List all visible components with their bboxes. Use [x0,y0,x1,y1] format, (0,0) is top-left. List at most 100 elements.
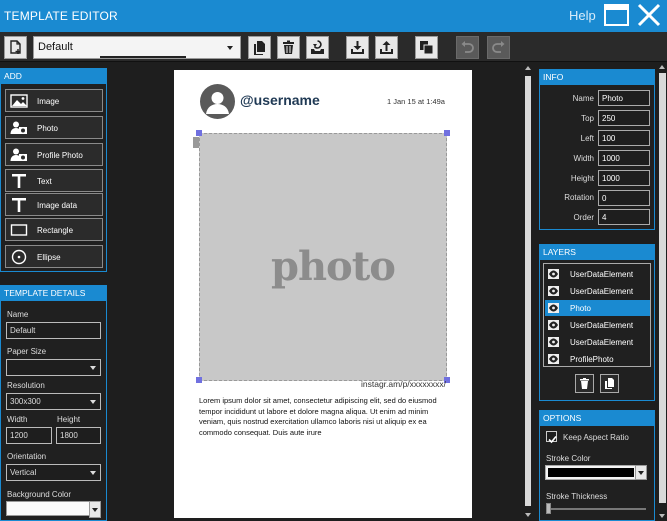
resize-handle-top-right[interactable] [444,130,450,136]
new-template-icon [10,40,21,54]
scroll-up-icon[interactable] [659,65,665,69]
resolution-select[interactable]: 300x300 [6,393,101,410]
eye-icon[interactable] [548,354,559,364]
resolution-value: 300x300 [10,397,41,406]
paper-size-label: Paper Size [7,347,47,356]
layer-item[interactable]: Photo [545,300,650,316]
info-panel-header: INFO [539,69,655,85]
date-text[interactable]: 1 Jan 15 at 1:49a [387,97,445,106]
caption-text[interactable]: Lorem ipsum dolor sit amet, consectetur … [199,396,448,438]
copy-button[interactable] [248,36,271,59]
save-button[interactable] [306,36,329,59]
profile-photo-element[interactable] [200,84,235,119]
instagram-url-text[interactable]: instagr.am/p/xxxxxxxx/ [361,379,446,389]
ellipse-icon [11,249,27,265]
image-icon [10,94,28,108]
stroke-color-dropdown[interactable] [635,465,647,480]
orientation-select[interactable]: Vertical [6,464,101,481]
info-rotation-field[interactable]: 0 [598,190,650,206]
add-image-label: Image [37,97,60,106]
eye-icon[interactable] [548,286,559,296]
undo-button[interactable] [456,36,479,59]
canvas-scrollbar-thumb[interactable] [525,76,531,506]
background-color-select[interactable] [6,501,101,518]
template-name-field[interactable]: Default [6,322,101,339]
add-rectangle-label: Rectangle [37,226,74,235]
paper-size-select[interactable] [6,359,101,376]
help-link[interactable]: Help [569,8,596,23]
width-field[interactable]: 1200 [6,427,52,444]
add-ellipse-button[interactable]: Ellipse [5,245,103,268]
stroke-thickness-track[interactable] [548,508,646,510]
new-template-button[interactable] [4,36,27,59]
export-button[interactable] [375,36,398,59]
info-left-field[interactable]: 100 [598,130,650,146]
info-order-value: 4 [602,213,607,222]
right-pane-scrollbar-thumb[interactable] [659,73,666,503]
add-rectangle-button[interactable]: Rectangle [5,218,103,241]
add-image-button[interactable]: Image [5,89,103,112]
info-width-field[interactable]: 1000 [598,150,650,166]
orientation-value: Vertical [10,468,37,477]
import-button[interactable] [346,36,369,59]
info-left-label: Left [580,134,594,143]
info-width-value: 1000 [602,154,620,163]
add-photo-button[interactable]: Photo [5,116,103,139]
maximize-icon[interactable] [604,4,629,26]
resize-handle-bottom-left[interactable] [196,377,202,383]
canvas-scrollbar[interactable] [524,62,533,521]
delete-layer-button[interactable] [575,374,594,393]
layer-label: ProfilePhoto [570,355,614,364]
background-color-label: Background Color [7,490,72,499]
scroll-down-icon[interactable] [525,513,531,517]
username-text[interactable]: @username [240,92,320,108]
checkmark-icon [548,435,557,444]
eye-icon[interactable] [548,320,559,330]
text-icon [12,174,26,188]
layer-item[interactable]: UserDataElement [545,266,650,282]
stroke-thickness-label: Stroke Thickness [546,492,608,501]
redo-button[interactable] [487,36,510,59]
layer-label: UserDataElement [570,270,634,279]
rotate-handle[interactable] [193,137,199,148]
close-icon[interactable] [636,2,662,28]
scroll-up-icon[interactable] [525,66,531,70]
height-field[interactable]: 1800 [56,427,101,444]
template-editor-app: TEMPLATE EDITOR Help Default ADD Image P… [0,0,667,521]
keep-aspect-checkbox[interactable] [546,431,557,444]
layer-item[interactable]: UserDataElement [545,283,650,299]
eye-icon[interactable] [548,337,559,347]
duplicate-button[interactable] [415,36,438,59]
info-order-field[interactable]: 4 [598,209,650,225]
info-top-label: Top [581,114,594,123]
info-rotation-label: Rotation [564,193,594,202]
layer-item[interactable]: UserDataElement [545,334,650,350]
layer-item[interactable]: ProfilePhoto [545,351,650,367]
right-pane-scrollbar[interactable] [658,62,667,521]
info-name-field[interactable]: Photo [598,90,650,106]
stroke-thickness-slider[interactable] [546,503,551,514]
resize-handle-top-left[interactable] [196,130,202,136]
height-value: 1800 [60,431,78,440]
add-image-data-button[interactable]: Image data [5,193,103,216]
info-height-field[interactable]: 1000 [598,170,650,186]
layer-label: Photo [570,304,591,313]
eye-icon[interactable] [548,303,559,313]
stroke-color-select[interactable] [545,465,647,480]
eye-icon[interactable] [548,269,559,279]
scroll-down-icon[interactable] [659,514,665,518]
delete-button[interactable] [277,36,300,59]
redo-icon [492,41,505,53]
template-select-value: Default [38,41,73,53]
copy-layer-button[interactable] [600,374,619,393]
chevron-down-icon [90,366,96,370]
layer-item[interactable]: UserDataElement [545,317,650,333]
template-select[interactable]: Default [33,36,241,59]
undo-icon [461,41,474,53]
add-text-button[interactable]: Text [5,169,103,192]
template-name-value: Default [10,326,36,335]
info-top-field[interactable]: 250 [598,110,650,126]
width-value: 1200 [10,431,28,440]
avatar-icon [206,92,229,114]
add-profile-photo-button[interactable]: Profile Photo [5,143,103,166]
